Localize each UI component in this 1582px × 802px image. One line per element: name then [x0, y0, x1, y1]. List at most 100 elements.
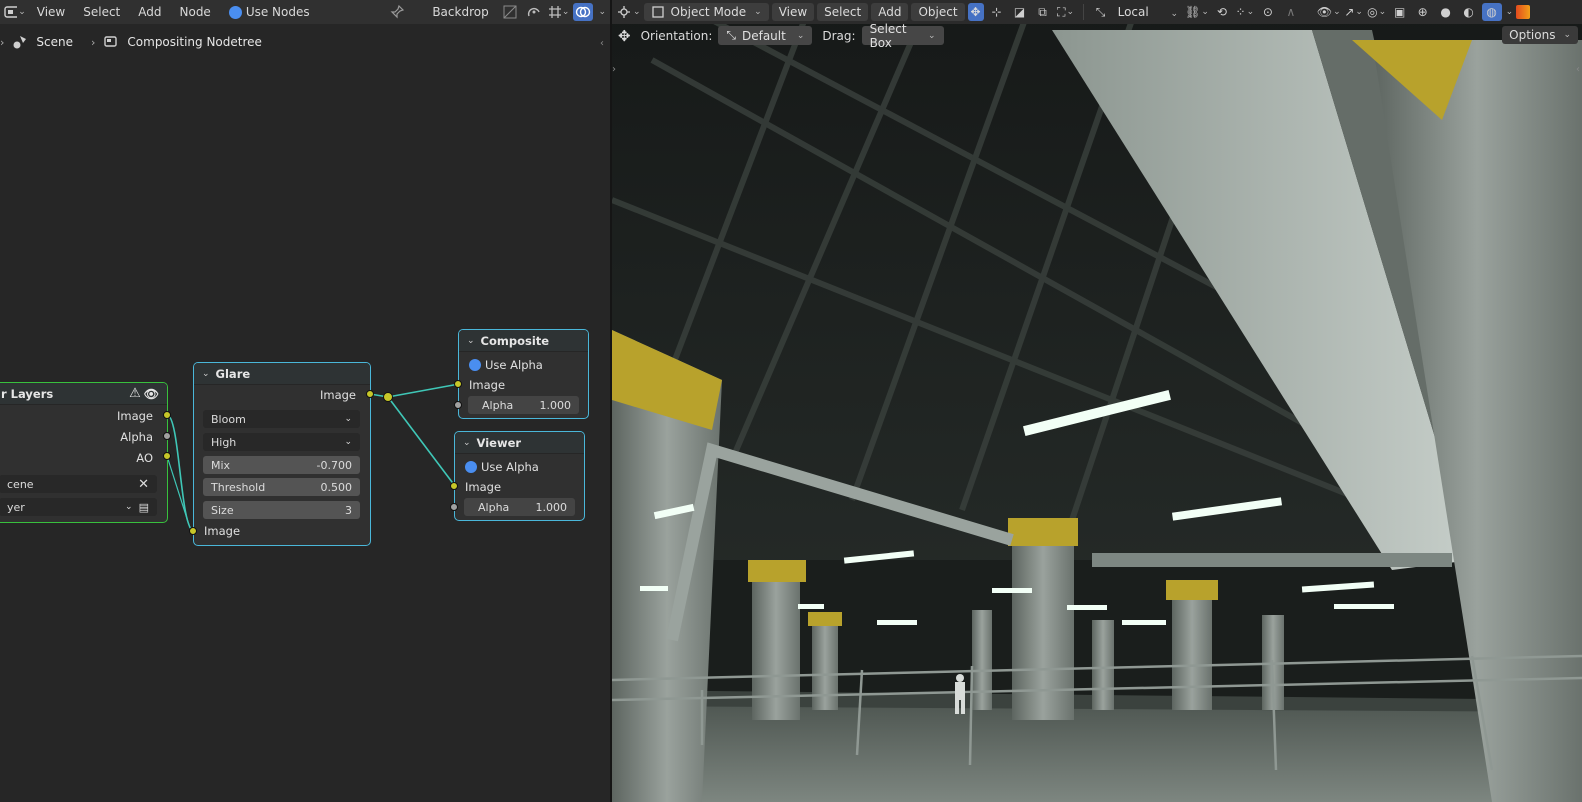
socket-viewer-input-image[interactable]	[450, 482, 458, 490]
transform-orientation-icon: ⤡	[1095, 4, 1106, 19]
proportional-editing-icon[interactable]: ⊙	[1258, 3, 1278, 21]
drag-value: Select Box	[869, 21, 907, 50]
tool-settings-bar: ✥ Orientation: ⤡ Default ⌄ Drag: Select …	[618, 22, 944, 50]
transform-gizmo-move-icon[interactable]: ✥	[967, 3, 984, 21]
threshold-slider[interactable]: Threshold 0.500	[203, 478, 360, 496]
output-ao-label: AO	[136, 451, 153, 465]
node-title: Viewer	[476, 435, 522, 450]
warning-icon: ⚠	[129, 386, 141, 401]
falloff-icon[interactable]: ∧	[1281, 3, 1301, 21]
node-render-layers[interactable]: r Layers ⚠ 👁 Image Alpha AO cene ✕ yer ⌄…	[0, 382, 168, 523]
3d-viewport[interactable]: ⌄ Object Mode ⌄ View Select Add Object ✥…	[612, 0, 1582, 802]
mix-value: -0.700	[316, 458, 352, 472]
chevron-down-icon: ⌄	[633, 7, 641, 17]
chevron-down-icon[interactable]: ⌄	[467, 336, 475, 346]
alpha-slider[interactable]: Alpha 1.000	[464, 498, 575, 516]
toolbar-toggle-icon[interactable]: ›	[612, 64, 616, 75]
threshold-label: Threshold	[211, 480, 266, 494]
mode-dropdown[interactable]: Object Mode ⌄	[643, 3, 769, 21]
link-reroute-to-viewer	[387, 396, 456, 487]
socket-viewer-input-alpha[interactable]	[450, 503, 458, 511]
node-header[interactable]: ⌄ Composite	[459, 330, 588, 352]
chevron-down-icon[interactable]: ⌄	[463, 438, 471, 448]
socket-output-alpha[interactable]	[163, 432, 171, 440]
transform-gizmo-rotate-icon[interactable]: ⊹	[987, 3, 1007, 21]
node-title: r Layers	[1, 386, 54, 401]
socket-output-ao[interactable]	[163, 452, 171, 460]
use-alpha-checkbox[interactable]: Use Alpha	[469, 358, 543, 372]
socket-glare-input-image[interactable]	[189, 527, 197, 535]
snap-grid-icon[interactable]: ⁘ ⌄	[1235, 3, 1255, 21]
chevron-down-icon: ⌄	[125, 502, 133, 512]
node-viewer[interactable]: ⌄ Viewer Use Alpha Image Alpha 1.000	[454, 431, 585, 521]
wireframe-shading-icon[interactable]: ⊕	[1413, 3, 1433, 21]
link-icon[interactable]: ⛓ ⌄	[1185, 3, 1209, 21]
quality-dropdown[interactable]: High ⌄	[203, 433, 360, 451]
view-layer-dropdown[interactable]: yer ⌄ ▤	[0, 498, 157, 516]
glare-type-dropdown[interactable]: Bloom ⌄	[203, 410, 360, 428]
node-glare[interactable]: ⌄ Glare Image Bloom ⌄ High ⌄ Mix -0.700 …	[193, 362, 371, 546]
chevron-down-icon: ⌄	[796, 30, 805, 41]
rendered-shading-icon[interactable]: ◍	[1481, 3, 1502, 21]
chevron-down-icon[interactable]: ⌄	[1506, 7, 1514, 17]
close-icon[interactable]: ✕	[138, 477, 149, 492]
chevron-down-icon: ⌄	[928, 30, 936, 41]
options-label: Options	[1509, 28, 1556, 42]
node-header[interactable]: r Layers ⚠ 👁	[0, 383, 167, 405]
visibility-eye-icon[interactable]: 👁 ⌄	[1317, 3, 1341, 21]
sidebar-toggle-icon[interactable]: ‹	[1576, 64, 1580, 75]
glare-type-value: Bloom	[211, 412, 246, 426]
node-header[interactable]: ⌄ Glare	[194, 363, 370, 385]
alpha-label: Alpha	[478, 500, 510, 514]
node-header[interactable]: ⌄ Viewer	[455, 432, 584, 454]
input-image-label: Image	[465, 480, 502, 494]
chevron-down-icon: ⌄	[1170, 9, 1179, 19]
menu-view[interactable]: View	[771, 3, 815, 21]
material-shading-icon[interactable]: ◐	[1459, 3, 1479, 21]
link-alpha-ao	[166, 455, 191, 529]
node-editor-area[interactable]: ⌄ View Select Add Node Use Nodes Backdro…	[0, 0, 610, 802]
solid-shading-icon[interactable]: ●	[1436, 3, 1456, 21]
pivot-point-icon[interactable]: ⛶ ⌄	[1056, 3, 1076, 21]
node-composite[interactable]: ⌄ Composite Use Alpha Image Alpha 1.000	[458, 329, 589, 419]
3d-view-icon	[618, 6, 630, 18]
socket-composite-input-alpha[interactable]	[454, 401, 462, 409]
menu-object[interactable]: Object	[911, 3, 965, 21]
menu-select[interactable]: Select	[817, 3, 869, 21]
sidebar-toggle-icon[interactable]: ‹	[600, 38, 604, 49]
options-dropdown[interactable]: Options ⌄	[1502, 26, 1578, 44]
use-alpha-checkbox[interactable]: Use Alpha	[465, 460, 539, 474]
output-image-label: Image	[116, 409, 153, 423]
viewport-header: ⌄ Object Mode ⌄ View Select Add Object ✥…	[612, 0, 1582, 24]
transform-orientation-dropdown[interactable]: Local ⌄	[1114, 5, 1182, 19]
socket-glare-output-image[interactable]	[366, 390, 374, 398]
move-tool-icon[interactable]: ✥	[618, 27, 631, 45]
gizmo-icon[interactable]: ↗ ⌄	[1344, 3, 1364, 21]
editor-type-button[interactable]: ⌄	[616, 3, 641, 21]
scene-field-value: cene	[7, 477, 34, 491]
transform-gizmo-scale-icon[interactable]: ◪	[1010, 3, 1030, 21]
orientation-dropdown[interactable]: ⤡ Default ⌄	[718, 26, 813, 45]
chevron-down-icon: ⌄	[754, 7, 762, 17]
size-slider[interactable]: Size 3	[203, 501, 360, 519]
transform-affect-icon[interactable]: ⧉	[1033, 3, 1053, 21]
socket-composite-input-image[interactable]	[454, 380, 462, 388]
alpha-slider[interactable]: Alpha 1.000	[468, 396, 579, 414]
checkbox-checked-icon	[465, 461, 477, 473]
view-layer-value: yer	[7, 500, 25, 514]
menu-add[interactable]: Add	[871, 3, 909, 21]
overlays-icon[interactable]: ◎ ⌄	[1367, 3, 1387, 21]
xray-icon[interactable]: ▣	[1390, 3, 1410, 21]
render-preview-icon[interactable]	[1516, 5, 1531, 19]
mix-slider[interactable]: Mix -0.700	[203, 456, 360, 474]
snap-icon[interactable]: ⟲	[1212, 3, 1232, 21]
scene-field[interactable]: cene ✕	[0, 475, 157, 493]
eye-icon[interactable]: 👁	[144, 387, 159, 401]
alpha-value: 1.000	[535, 500, 568, 514]
drag-dropdown[interactable]: Select Box ⌄	[861, 22, 944, 50]
socket-output-image[interactable]	[163, 411, 171, 419]
chevron-down-icon[interactable]: ⌄	[202, 369, 210, 379]
render-layer-icon[interactable]: ▤	[139, 501, 149, 514]
node-title: Composite	[480, 333, 550, 348]
output-alpha-label: Alpha	[120, 430, 153, 444]
